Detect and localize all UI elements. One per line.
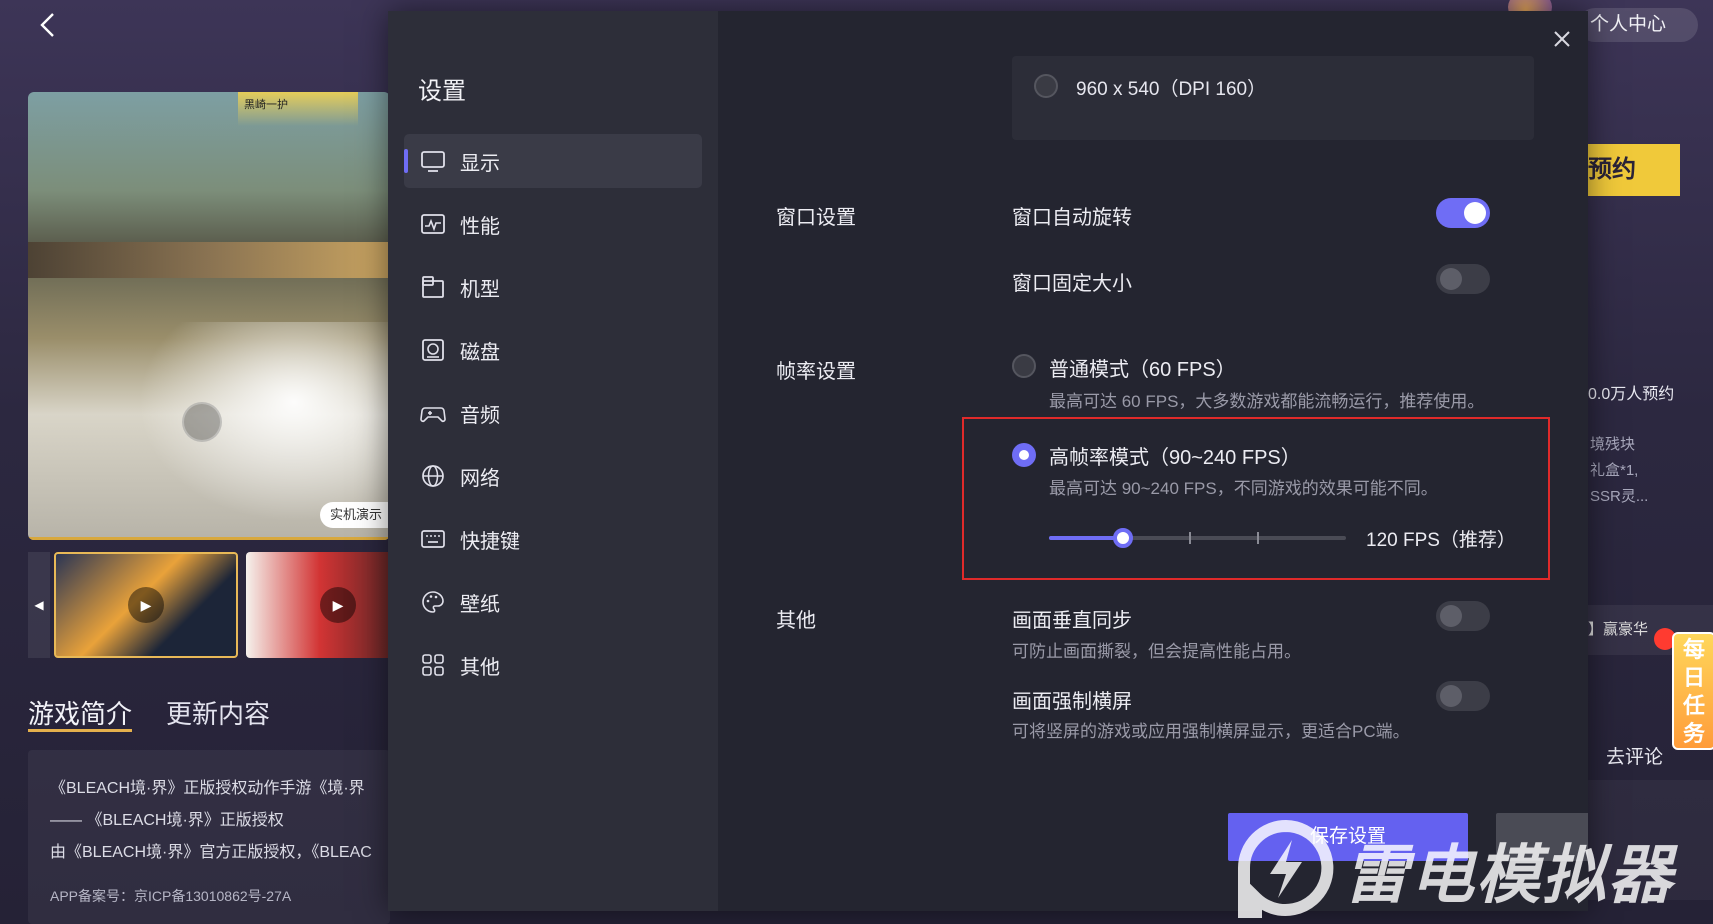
nav-model[interactable]: 机型: [404, 260, 702, 314]
high-fps-mode-radio[interactable]: [1012, 443, 1036, 467]
nav-disk[interactable]: 磁盘: [404, 323, 702, 377]
palette-icon: [422, 591, 444, 613]
auto-rotate-toggle[interactable]: [1436, 198, 1490, 228]
section-other: 其他: [776, 610, 816, 632]
gift-line: 礼盒*1,: [1590, 462, 1639, 479]
globe-icon: [422, 465, 444, 487]
vsync-desc: 可防止画面撕裂，但会提高性能占用。: [1012, 642, 1301, 661]
nav-label: 快捷键: [460, 530, 520, 553]
gift-line: SSR灵...: [1590, 488, 1649, 505]
nav-label: 性能: [460, 215, 500, 238]
auto-rotate-label: 窗口自动旋转: [1012, 207, 1132, 229]
section-window-settings: 窗口设置: [776, 207, 856, 229]
fps-slider-tick: [1256, 532, 1259, 544]
settings-content: 960 x 540（DPI 160） 窗口设置 窗口自动旋转 窗口固定大小 帧率…: [718, 11, 1588, 911]
nav-label: 磁盘: [460, 341, 500, 364]
performance-icon: [421, 214, 445, 234]
thumbnail-video-1[interactable]: ▶: [54, 552, 238, 658]
nav-shortcuts[interactable]: 快捷键: [404, 512, 702, 566]
video-glow: [138, 322, 390, 522]
force-landscape-desc: 可将竖屏的游戏或应用强制横屏显示，更适合PC端。: [1012, 722, 1410, 741]
description-line: 由《BLEACH境·界》官方正版授权，《BLEAC: [50, 844, 372, 861]
video-top-text: 黑崎一护: [244, 99, 288, 111]
force-landscape-label: 画面强制横屏: [1012, 691, 1132, 713]
nav-label: 网络: [460, 467, 500, 490]
vsync-toggle[interactable]: [1436, 601, 1490, 631]
fixed-size-toggle[interactable]: [1436, 264, 1490, 294]
vsync-label: 画面垂直同步: [1012, 610, 1132, 632]
cancel-button[interactable]: 取消: [1496, 813, 1588, 861]
device-model-icon: [422, 276, 444, 298]
normal-mode-label: 普通模式（60 FPS）: [1049, 359, 1236, 381]
nav-label: 壁纸: [460, 593, 500, 616]
gift-info: 境残块 礼盒*1, SSR灵...: [1590, 432, 1648, 510]
nav-label: 机型: [460, 278, 500, 301]
nav-other[interactable]: 其他: [404, 638, 702, 692]
joystick-icon: [182, 402, 222, 442]
normal-mode-radio[interactable]: [1012, 354, 1036, 378]
monitor-icon: [421, 151, 445, 172]
nav-wallpaper[interactable]: 壁纸: [404, 575, 702, 629]
resolution-label: 960 x 540（DPI 160）: [1076, 79, 1267, 100]
save-settings-button[interactable]: 保存设置: [1228, 813, 1468, 861]
nav-display[interactable]: 显示: [404, 134, 702, 188]
high-fps-mode-desc: 最高可达 90~240 FPS，不同游戏的效果可能不同。: [1049, 479, 1438, 498]
dialog-title: 设置: [418, 78, 466, 105]
reserve-button[interactable]: 预约: [1584, 144, 1680, 196]
tab-update-content[interactable]: 更新内容: [166, 694, 270, 731]
fps-slider-fill: [1049, 536, 1124, 540]
play-icon: ▶: [128, 587, 164, 623]
high-fps-mode-label: 高帧率模式（90~240 FPS）: [1049, 447, 1301, 469]
icp-record: APP备案号：京ICP备13010862号-27A: [50, 888, 292, 904]
resolution-option[interactable]: 960 x 540（DPI 160）: [1012, 56, 1534, 140]
settings-dialog: 设置 显示 性能 机型 磁盘 音频 网络 快捷键 壁纸 其他 960 x 540…: [388, 11, 1588, 911]
nav-label: 显示: [460, 152, 500, 175]
settings-sidebar: 设置 显示 性能 机型 磁盘 音频 网络 快捷键 壁纸 其他: [388, 11, 718, 911]
back-arrow-icon[interactable]: [34, 10, 64, 40]
description-line: 《BLEACH境·界》正版授权动作手游《境·界: [50, 780, 365, 797]
nav-audio[interactable]: 音频: [404, 386, 702, 440]
game-video-player[interactable]: 黑崎一护 实机演示: [28, 92, 390, 540]
media-thumbnails: ◀ ▶ ▶: [28, 552, 430, 658]
nav-label: 其他: [460, 656, 500, 679]
fps-slider[interactable]: [1049, 528, 1346, 548]
nav-label: 音频: [460, 404, 500, 427]
video-progress-bar[interactable]: [28, 537, 390, 540]
review-link[interactable]: 去评论: [1606, 742, 1663, 769]
gift-line: 境残块: [1590, 436, 1636, 453]
normal-mode-desc: 最高可达 60 FPS，大多数游戏都能流畅运行，推荐使用。: [1049, 392, 1485, 411]
tab-game-intro[interactable]: 游戏简介: [28, 694, 132, 731]
resolution-radio[interactable]: [1034, 74, 1058, 98]
user-center-link[interactable]: 个人中心: [1578, 8, 1698, 42]
force-landscape-toggle[interactable]: [1436, 681, 1490, 711]
nav-performance[interactable]: 性能: [404, 197, 702, 251]
gamepad-icon: [420, 407, 446, 423]
reserve-count: 0.0万人预约: [1588, 386, 1675, 403]
demo-tag: 实机演示: [320, 502, 390, 528]
keyboard-icon: [421, 530, 445, 548]
disk-icon: [422, 339, 444, 361]
play-icon: ▶: [320, 587, 356, 623]
side-panel-box: [1584, 780, 1713, 900]
nav-network[interactable]: 网络: [404, 449, 702, 503]
fixed-size-label: 窗口固定大小: [1012, 273, 1132, 295]
fps-value-label: 120 FPS（推荐）: [1366, 530, 1516, 551]
thumb-prev-arrow-icon[interactable]: ◀: [28, 552, 50, 658]
video-scene-rail: [28, 242, 390, 278]
grid-icon: [422, 654, 444, 676]
section-frame-rate: 帧率设置: [776, 361, 856, 383]
daily-task-button[interactable]: 每日任务: [1672, 632, 1713, 750]
description-line: —— 《BLEACH境·界》正版授权: [50, 812, 284, 829]
tab-active-underline: [28, 729, 132, 732]
fps-slider-tick: [1188, 532, 1191, 544]
